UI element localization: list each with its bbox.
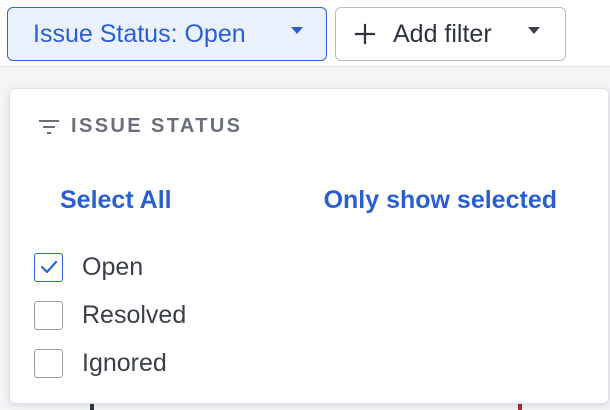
status-option-resolved[interactable]: Resolved	[34, 291, 186, 339]
issue-status-filter-label: Issue Status: Open	[33, 19, 246, 48]
filter-icon	[39, 119, 59, 134]
add-filter-label: Add filter	[393, 19, 492, 48]
caret-down-icon	[528, 27, 540, 35]
dropdown-header: ISSUE STATUS	[37, 115, 242, 138]
ignored-checkbox[interactable]	[34, 348, 63, 378]
status-option-label: Ignored	[82, 348, 167, 377]
dropdown-title: ISSUE STATUS	[71, 115, 243, 137]
only-show-selected-link[interactable]: Only show selected	[324, 186, 557, 215]
issue-status-filter-chip[interactable]: Issue Status: Open	[7, 7, 327, 61]
checkmark-icon	[40, 260, 57, 274]
status-options-list: Open Resolved Ignored	[34, 243, 186, 387]
status-option-label: Resolved	[82, 300, 187, 329]
select-all-link[interactable]: Select All	[60, 186, 172, 215]
filter-bar: Issue Status: Open Add filter	[0, 0, 610, 67]
add-filter-button[interactable]: Add filter	[335, 7, 566, 61]
status-option-label: Open	[82, 252, 144, 281]
caret-down-icon	[291, 27, 303, 35]
plus-icon	[354, 23, 376, 45]
status-option-open[interactable]: Open	[34, 243, 186, 291]
resolved-checkbox[interactable]	[34, 300, 63, 330]
open-checkbox[interactable]	[34, 252, 63, 282]
page: Issue Status: Open Add filter ISSUE STAT…	[0, 0, 610, 410]
issue-status-dropdown: ISSUE STATUS Select All Only show select…	[9, 88, 609, 404]
status-option-ignored[interactable]: Ignored	[34, 339, 186, 387]
